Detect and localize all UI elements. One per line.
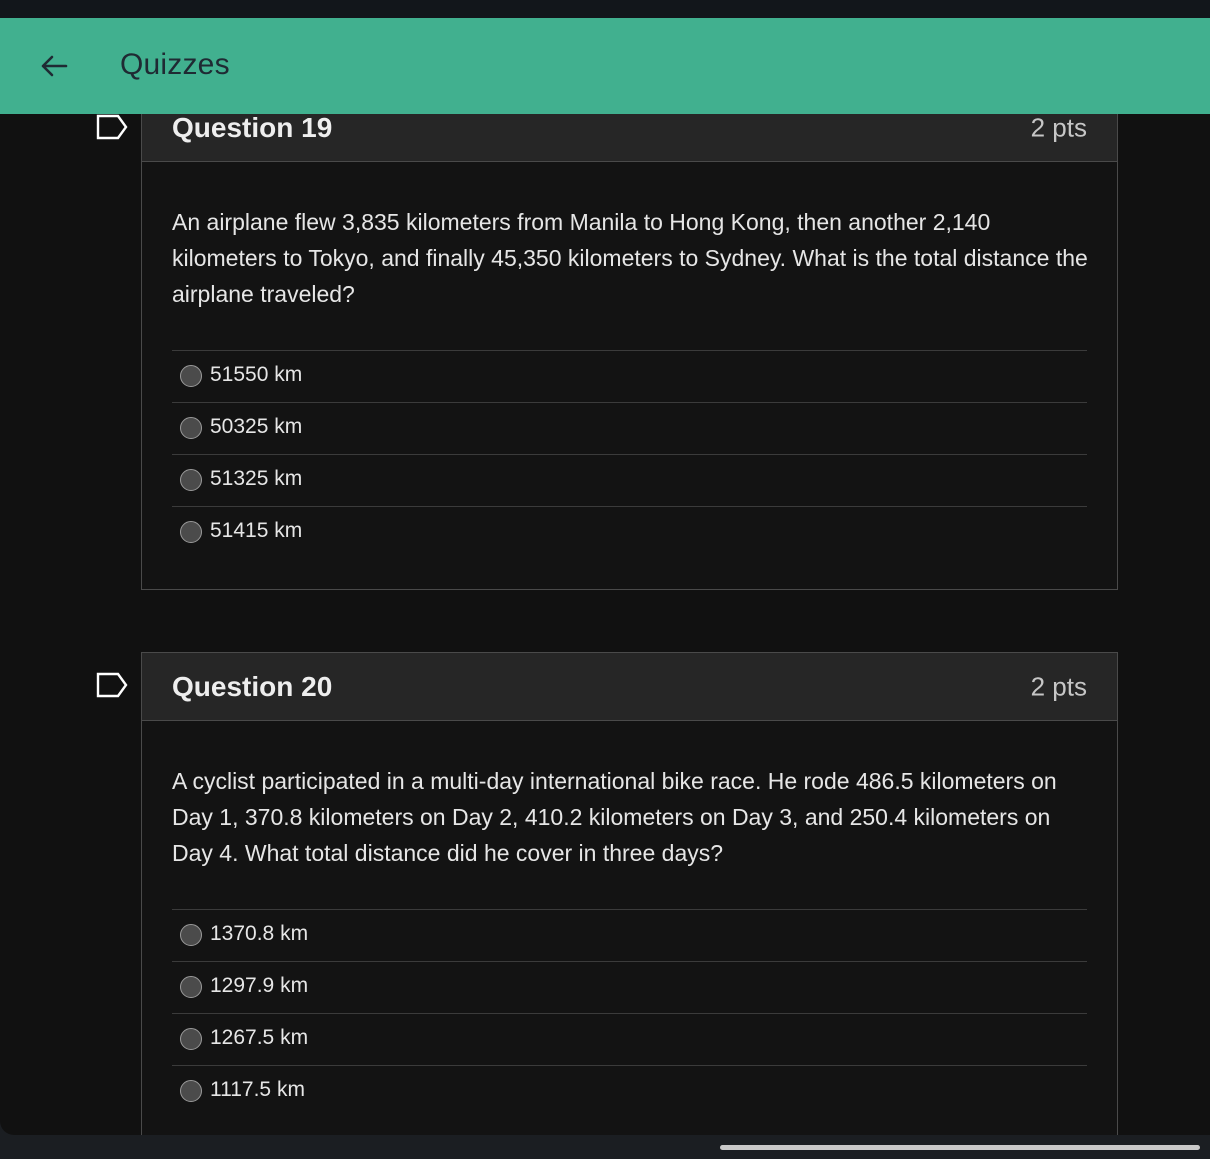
horizontal-scrollbar[interactable] [720, 1145, 1200, 1150]
flag-question-19-icon[interactable] [95, 113, 129, 146]
radio-button[interactable] [180, 976, 202, 998]
answer-option[interactable]: 51415 km [172, 506, 1087, 558]
answer-label: 51325 km [210, 467, 303, 490]
question-title: Question 20 [172, 670, 333, 702]
question-card-19: Question 19 2 pts An airplane flew 3,835… [141, 93, 1118, 590]
answer-label: 1297.9 km [210, 974, 309, 997]
question-card-20: Question 20 2 pts A cyclist participated… [141, 652, 1118, 1135]
radio-button[interactable] [180, 417, 202, 439]
radio-button[interactable] [180, 924, 202, 946]
answer-option[interactable]: 1370.8 km [172, 909, 1087, 961]
radio-button[interactable] [180, 469, 202, 491]
answer-option[interactable]: 1117.5 km [172, 1065, 1087, 1117]
answer-label: 51550 km [210, 363, 303, 386]
question-header: Question 20 2 pts [142, 653, 1117, 721]
answer-label: 50325 km [210, 415, 303, 438]
answer-list: 51550 km 50325 km 51325 km 51415 km [172, 350, 1087, 558]
radio-button[interactable] [180, 1028, 202, 1050]
answer-label: 1117.5 km [210, 1078, 305, 1101]
question-points: 2 pts [1030, 671, 1087, 701]
page-title: Quizzes [120, 48, 230, 81]
back-button[interactable] [28, 43, 80, 89]
answer-list: 1370.8 km 1297.9 km 1267.5 km 1117.5 km [172, 909, 1087, 1117]
answer-option[interactable]: 1297.9 km [172, 961, 1087, 1013]
question-text: A cyclist participated in a multi-day in… [172, 768, 1057, 866]
flag-question-20-icon[interactable] [95, 671, 129, 704]
answer-option[interactable]: 51325 km [172, 454, 1087, 506]
answer-option[interactable]: 50325 km [172, 402, 1087, 454]
app-window: Quizzes Question 19 2 pts An airplane fl… [0, 18, 1210, 1135]
answer-label: 1267.5 km [210, 1026, 309, 1049]
status-bar [0, 0, 1210, 18]
answer-option[interactable]: 1267.5 km [172, 1013, 1087, 1065]
question-text: An airplane flew 3,835 kilometers from M… [172, 209, 1088, 307]
radio-button[interactable] [180, 365, 202, 387]
answer-label: 51415 km [210, 519, 303, 542]
question-title: Question 19 [172, 111, 333, 143]
question-points: 2 pts [1030, 112, 1087, 142]
radio-button[interactable] [180, 521, 202, 543]
top-bar: Quizzes [0, 18, 1210, 114]
arrow-left-icon [41, 55, 68, 77]
radio-button[interactable] [180, 1080, 202, 1102]
answer-label: 1370.8 km [210, 922, 309, 945]
answer-option[interactable]: 51550 km [172, 350, 1087, 402]
